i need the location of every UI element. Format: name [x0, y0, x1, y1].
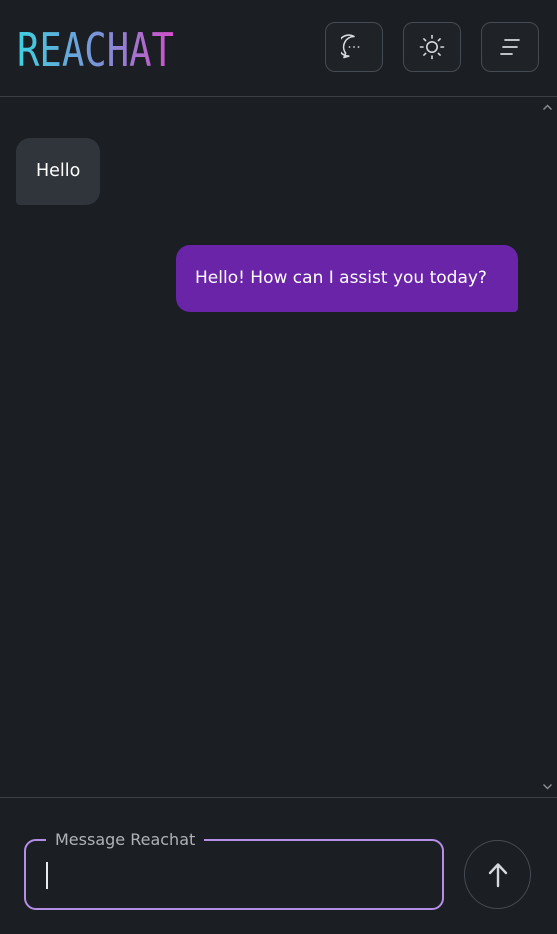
- reachat-logo: REACHAT: [17, 23, 174, 77]
- chat-bubble-icon: [341, 34, 360, 59]
- message-list[interactable]: Hello Hello! How can I assist you today?: [0, 97, 557, 797]
- app: REACHAT Hello Hello! How can I assist yo…: [0, 0, 557, 934]
- new-chat-button[interactable]: [325, 22, 383, 72]
- text-caret: [46, 862, 48, 889]
- logo-text: REACHAT: [17, 23, 174, 77]
- theme-toggle-button[interactable]: [403, 22, 461, 72]
- menu-button[interactable]: [481, 22, 539, 72]
- user-message: Hello: [16, 138, 101, 205]
- arrow-up-icon: [488, 862, 507, 887]
- send-button[interactable]: [464, 840, 531, 909]
- assistant-message: Hello! How can I assist you today?: [176, 245, 518, 312]
- header: REACHAT: [0, 0, 557, 97]
- scrollbar[interactable]: [538, 97, 557, 797]
- message-input-label: Message Reachat: [46, 830, 205, 850]
- message-input[interactable]: Message Reachat: [24, 830, 444, 910]
- composer: Message Reachat: [0, 797, 557, 934]
- scroll-down-icon[interactable]: [541, 780, 554, 793]
- hamburger-icon: [500, 39, 520, 55]
- scroll-up-icon[interactable]: [541, 101, 554, 114]
- sun-icon: [419, 34, 445, 60]
